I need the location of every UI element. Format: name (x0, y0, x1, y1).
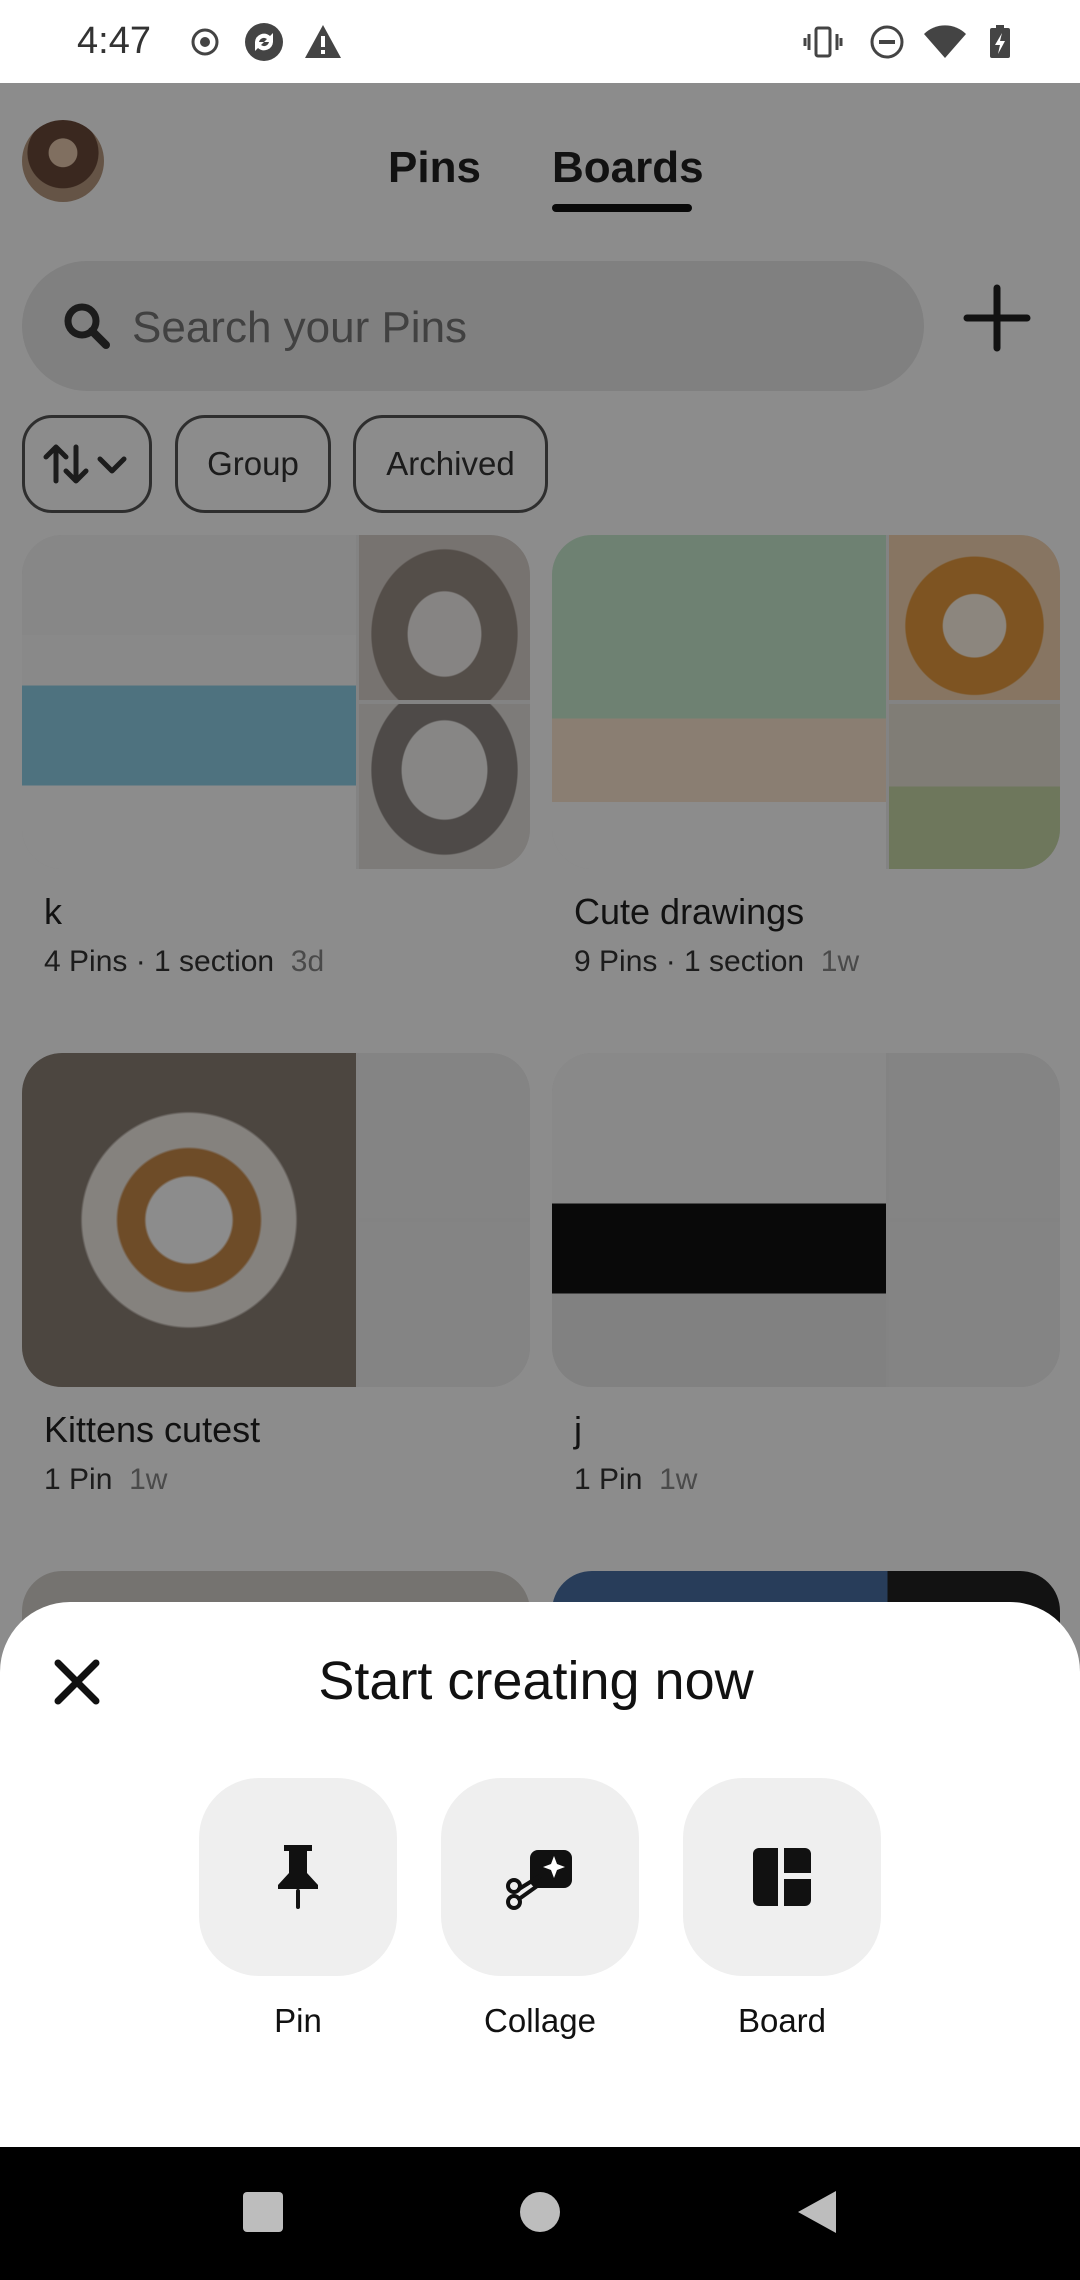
warning-icon (305, 25, 341, 58)
create-pin-label: Pin (274, 2002, 322, 2039)
create-collage-button[interactable]: Collage (441, 1778, 639, 2040)
create-collage-label: Collage (484, 2002, 596, 2039)
pushpin-icon (278, 1845, 318, 1909)
status-time: 4:47 (77, 20, 151, 62)
create-board-button[interactable]: Board (683, 1778, 881, 2040)
status-bar: 4:47 (0, 0, 1080, 83)
create-pin-button[interactable]: Pin (199, 1778, 397, 2040)
wifi-icon (924, 25, 966, 58)
create-board-label: Board (737, 2002, 827, 2039)
do-not-disturb-icon (870, 25, 904, 59)
board-layout-icon (753, 1848, 811, 1906)
system-navigation-bar (0, 2147, 1080, 2280)
home-icon[interactable] (519, 2191, 561, 2233)
record-icon (191, 28, 219, 56)
create-bottom-sheet: Start creating now Pin Collage Board (0, 1602, 1080, 2147)
back-icon[interactable] (796, 2189, 838, 2235)
vibrate-icon (803, 26, 843, 58)
sheet-title: Start creating now (318, 1651, 754, 1711)
create-pin-tile[interactable] (199, 1778, 397, 1976)
battery-charging-icon (990, 25, 1010, 58)
create-collage-tile[interactable] (441, 1778, 639, 1976)
create-board-tile[interactable] (683, 1778, 881, 1976)
collage-scissors-icon (506, 1850, 572, 1910)
sync-icon (245, 23, 283, 61)
recents-icon[interactable] (242, 2191, 284, 2233)
